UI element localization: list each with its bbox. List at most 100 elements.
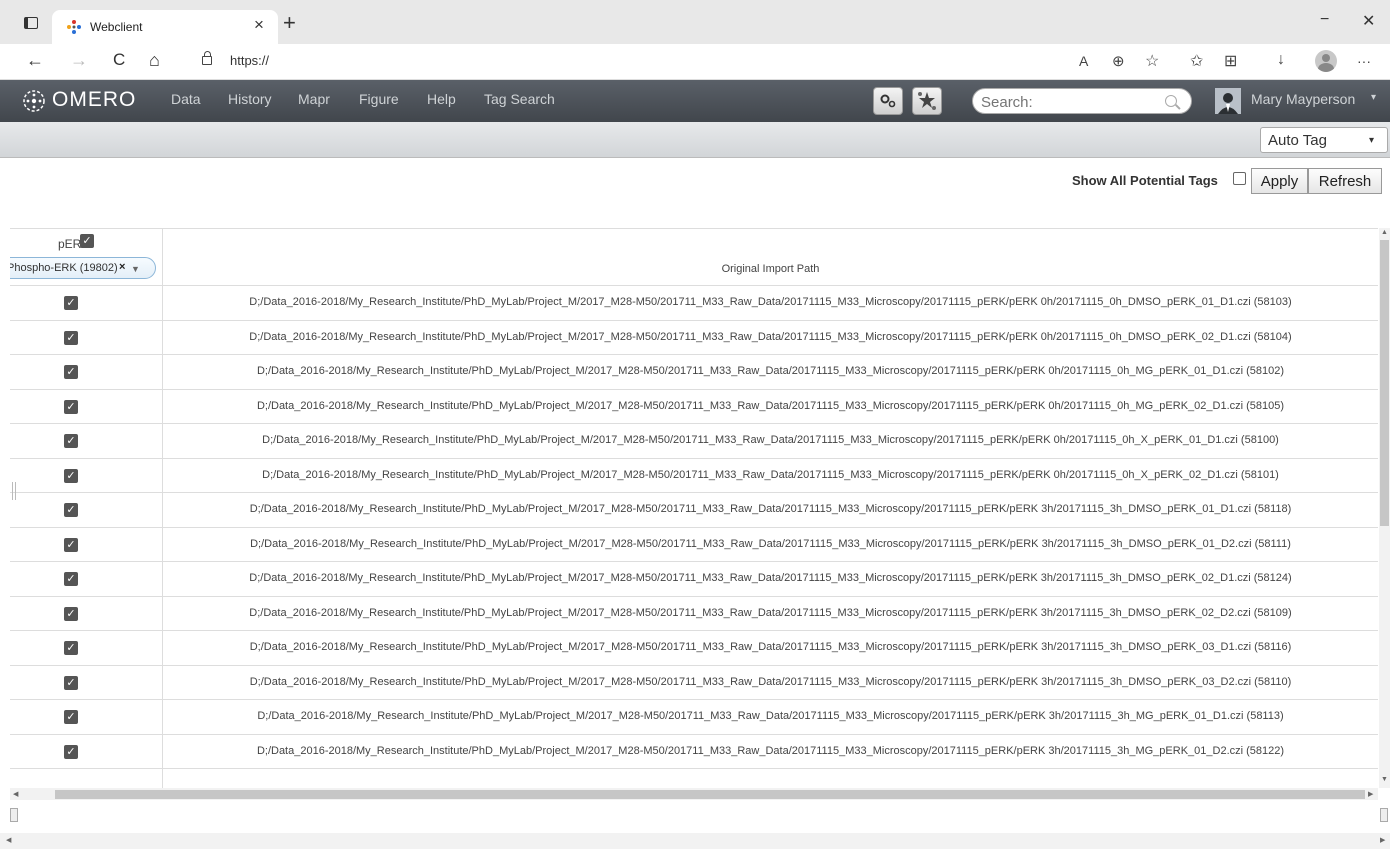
remove-tag-icon[interactable]: × <box>119 261 125 273</box>
reload-button[interactable]: C <box>113 50 125 70</box>
zoom-icon[interactable]: ⊕ <box>1112 52 1125 70</box>
row-import-path: D;/Data_2016-2018/My_Research_Institute/… <box>249 503 1292 515</box>
page-scroll-left-icon[interactable]: ◀ <box>6 836 11 844</box>
auto-tag-controls: Show All Potential Tags Apply Refresh <box>0 158 1390 228</box>
table-row: ✓ D;/Data_2016-2018/My_Research_Institute… <box>10 734 1378 769</box>
row-tag-checkbox[interactable]: ✓ <box>64 296 78 310</box>
forward-button[interactable]: → <box>70 50 88 71</box>
table-row: ✓ D;/Data_2016-2018/My_Research_Institute… <box>10 286 1378 321</box>
tag-select-pill[interactable]: Phospho-ERK (19802) × ▼ <box>10 257 156 279</box>
tab-actions-icon[interactable] <box>24 17 38 29</box>
row-tag-checkbox[interactable]: ✓ <box>64 675 78 690</box>
table-row: ✓ D;/Data_2016-2018/My_Research_Institute… <box>10 562 1378 597</box>
row-import-path: D;/Data_2016-2018/My_Research_Institute/… <box>249 330 1292 343</box>
activities-stars-icon <box>918 92 936 110</box>
table-row: ✓ D;/Data_2016-2018/My_Research_Institute… <box>10 493 1378 528</box>
apply-button[interactable]: Apply <box>1251 168 1308 194</box>
omero-header: OMERO Data History Mapr Figure Help Tag … <box>0 80 1390 122</box>
downloads-icon[interactable]: ↓ <box>1277 51 1285 69</box>
row-tag-checkbox[interactable]: ✓ <box>64 365 78 379</box>
menu-help[interactable]: Help <box>427 91 456 107</box>
bottom-right-handle[interactable] <box>1380 808 1388 822</box>
chevron-down-icon[interactable]: ▼ <box>131 264 140 274</box>
row-tag-checkbox[interactable]: ✓ <box>64 606 78 621</box>
row-import-path: D;/Data_2016-2018/My_Research_Institute/… <box>249 296 1292 308</box>
row-tag-checkbox[interactable]: ✓ <box>64 503 78 517</box>
scroll-right-icon[interactable]: ▶ <box>1368 790 1373 798</box>
row-tag-checkbox[interactable]: ✓ <box>64 572 78 586</box>
user-avatar[interactable] <box>1215 88 1241 114</box>
row-tag-checkbox[interactable]: ✓ <box>64 330 78 345</box>
row-import-path: D;/Data_2016-2018/My_Research_Institute/… <box>256 399 1285 412</box>
more-icon[interactable]: ··· <box>1357 53 1371 69</box>
read-aloud-icon[interactable]: A <box>1079 53 1088 69</box>
chevron-down-icon: ▾ <box>1369 135 1375 146</box>
show-all-tags-checkbox[interactable] <box>1233 172 1246 185</box>
page-scroll-right-icon[interactable]: ▶ <box>1380 836 1385 844</box>
show-all-tags-label: Show All Potential Tags <box>1072 173 1218 188</box>
row-tag-checkbox[interactable]: ✓ <box>64 434 78 448</box>
auto-tag-dropdown[interactable]: Auto Tag ▾ <box>1260 127 1388 153</box>
omero-logo[interactable]: OMERO <box>52 88 136 112</box>
profile-avatar[interactable] <box>1315 50 1337 72</box>
row-tag-checkbox[interactable]: ✓ <box>64 399 78 414</box>
tab-close-icon[interactable]: × <box>254 15 264 35</box>
search-input[interactable] <box>981 93 1161 111</box>
minimize-button[interactable]: − <box>1320 11 1329 29</box>
menu-history[interactable]: History <box>228 91 272 107</box>
tab-title: Webclient <box>90 20 143 34</box>
row-import-path: D;/Data_2016-2018/My_Research_Institute/… <box>249 606 1292 619</box>
row-tag-checkbox[interactable]: ✓ <box>64 641 78 655</box>
row-tag-checkbox[interactable]: ✓ <box>64 710 78 724</box>
menu-figure[interactable]: Figure <box>359 91 399 107</box>
gears-icon <box>880 94 896 108</box>
user-menu-caret-icon[interactable]: ▾ <box>1371 92 1376 103</box>
user-name[interactable]: Mary Mayperson <box>1251 91 1355 107</box>
vertical-scrollbar[interactable]: ▲ ▼ <box>1379 228 1390 788</box>
activities-button[interactable] <box>912 87 942 115</box>
tagging-toolbar: Auto Tag ▾ <box>0 122 1390 158</box>
row-import-path: D;/Data_2016-2018/My_Research_Institute/… <box>249 641 1292 653</box>
new-tab-button[interactable]: + <box>283 10 296 36</box>
menu-data[interactable]: Data <box>171 91 201 107</box>
favorite-icon[interactable]: ☆ <box>1145 51 1159 71</box>
row-import-path: D;/Data_2016-2018/My_Research_Institute/… <box>249 675 1292 688</box>
row-import-path: D;/Data_2016-2018/My_Research_Institute/… <box>249 572 1292 584</box>
favorites-list-icon[interactable]: ✩ <box>1190 51 1203 71</box>
table-row: ✓ D;/Data_2016-2018/My_Research_Institute… <box>10 320 1378 355</box>
back-button[interactable]: ← <box>26 50 44 71</box>
page-horizontal-scrollbar[interactable]: ◀ ▶ <box>0 833 1390 849</box>
table-row: ✓ D;/Data_2016-2018/My_Research_Institute… <box>10 596 1378 631</box>
bottom-left-handle[interactable] <box>10 808 18 822</box>
scroll-down-icon[interactable]: ▼ <box>1381 776 1388 783</box>
left-panel-resize-handle[interactable] <box>12 482 16 500</box>
collections-icon[interactable]: ⊞ <box>1224 51 1237 71</box>
scripts-button[interactable] <box>873 87 903 115</box>
vertical-scroll-thumb[interactable] <box>1380 240 1389 526</box>
close-window-button[interactable]: ✕ <box>1362 11 1375 31</box>
row-tag-checkbox[interactable]: ✓ <box>64 468 78 483</box>
horizontal-scrollbar[interactable]: ◀ ▶ <box>10 788 1378 800</box>
browser-tab[interactable]: Webclient × <box>52 10 278 44</box>
refresh-button[interactable]: Refresh <box>1308 168 1382 194</box>
table-row: ✓ D;/Data_2016-2018/My_Research_Institute… <box>10 700 1378 735</box>
omero-logo-icon <box>23 90 45 112</box>
search-icon[interactable] <box>1165 95 1177 107</box>
horizontal-scroll-thumb[interactable] <box>55 790 1365 799</box>
scroll-up-icon[interactable]: ▲ <box>1381 229 1388 236</box>
tag-pill-label: Phospho-ERK (19802) <box>10 262 118 274</box>
row-tag-checkbox[interactable]: ✓ <box>64 537 78 552</box>
auto-tag-label: Auto Tag <box>1268 132 1327 149</box>
tag-column-checkbox[interactable]: ✓ <box>80 234 94 248</box>
search-box <box>972 88 1192 114</box>
home-button[interactable]: ⌂ <box>149 50 160 71</box>
menu-mapr[interactable]: Mapr <box>298 91 330 107</box>
auto-tag-table: pERK ✓ Phospho-ERK (19802) × ▼ Original … <box>10 228 1378 788</box>
row-import-path: D;/Data_2016-2018/My_Research_Institute/… <box>262 468 1279 481</box>
menu-tag-search[interactable]: Tag Search <box>484 91 555 107</box>
scroll-left-icon[interactable]: ◀ <box>13 790 18 798</box>
row-import-path: D;/Data_2016-2018/My_Research_Institute/… <box>262 434 1279 446</box>
table-row: ✓ D;/Data_2016-2018/My_Research_Institute… <box>10 424 1378 459</box>
table-row: ✓ D;/Data_2016-2018/My_Research_Institute… <box>10 665 1378 700</box>
row-tag-checkbox[interactable]: ✓ <box>64 744 78 759</box>
